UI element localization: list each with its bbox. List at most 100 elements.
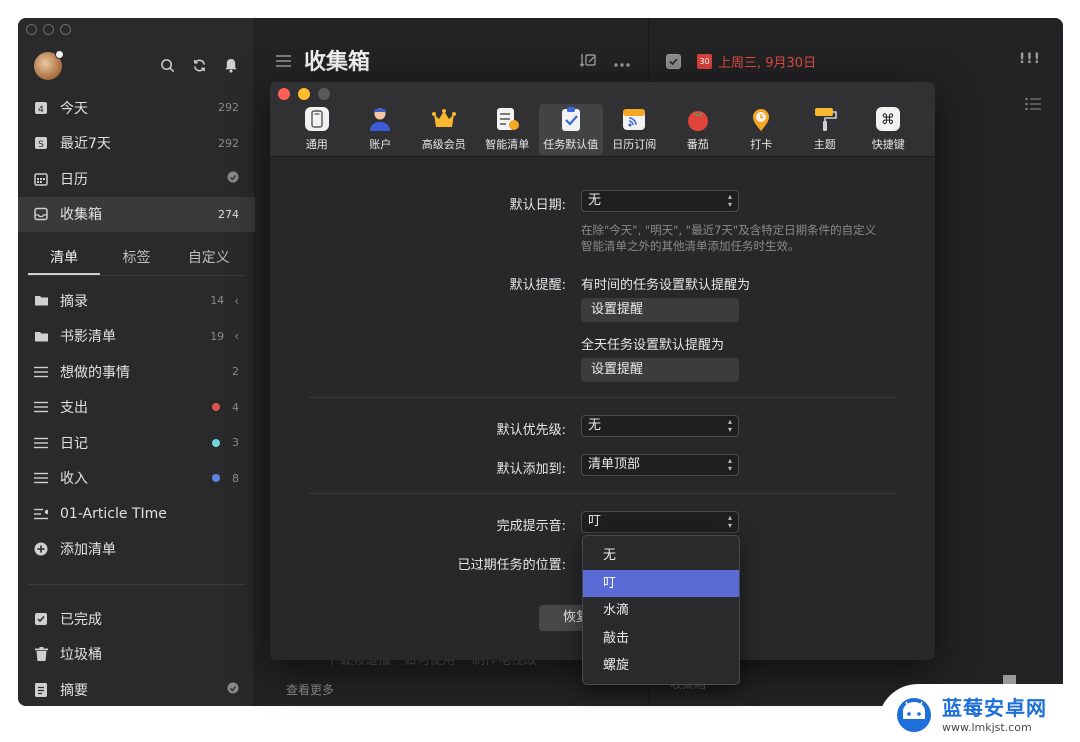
theme-icon: [812, 106, 838, 132]
chevron-left-icon[interactable]: ‹: [234, 329, 239, 343]
page-title: 收集箱: [304, 50, 371, 75]
tab-smart-lists[interactable]: 智能清单: [476, 104, 540, 155]
preferences-tabs: 通用 账户 高级会员 智能清单 任务默认值 日历订阅 番茄 打卡 主题 ⌘ 快捷…: [285, 104, 920, 155]
tab-shortcuts[interactable]: ⌘ 快捷键: [857, 104, 921, 155]
sidebar-item-summary[interactable]: 摘要: [18, 672, 255, 706]
sidebar-item-next-7-days[interactable]: S 最近7天 292: [18, 126, 255, 162]
section-divider: [309, 397, 897, 398]
tab-general[interactable]: 通用: [285, 104, 349, 155]
sidebar-item-excerpts[interactable]: 摘录 14 ‹: [18, 283, 255, 319]
sidebar-item-books-movies[interactable]: 书影清单 19 ‹: [18, 319, 255, 355]
nav-label: 垃圾桶: [60, 647, 102, 664]
close-button[interactable]: [26, 24, 37, 35]
smart-list-icon: [494, 106, 520, 132]
list-count: 8: [232, 471, 239, 485]
minimize-button[interactable]: [43, 24, 54, 35]
tab-task-defaults[interactable]: 任务默认值: [539, 104, 603, 155]
due-date-text: 上周三, 9月30日: [718, 56, 817, 71]
tab-account[interactable]: 账户: [349, 104, 413, 155]
sound-option-water-drop[interactable]: 水滴: [583, 597, 739, 625]
default-date-select[interactable]: 无 ▴ ▾: [581, 190, 739, 212]
completion-sound-label: 完成提示音:: [496, 519, 566, 534]
folder-icon: [34, 329, 48, 343]
nav-count: 274: [218, 207, 239, 221]
calendar-subscribe-icon: [621, 106, 647, 132]
list-color-dot: [212, 474, 220, 483]
tab-custom[interactable]: 自定义: [173, 244, 245, 275]
svg-text:⌘: ⌘: [881, 112, 895, 128]
sidebar-item-calendar[interactable]: 日历: [18, 161, 255, 197]
tab-label: 高级会员: [421, 138, 466, 151]
tab-lists[interactable]: 清单: [28, 244, 101, 275]
sidebar-item-inbox[interactable]: 收集箱 274: [18, 196, 255, 232]
more-icon[interactable]: [614, 52, 630, 71]
trash-icon: [34, 647, 48, 662]
tab-premium[interactable]: 高级会员: [412, 104, 476, 155]
due-date[interactable]: 30 上周三, 9月30日: [697, 52, 816, 71]
default-priority-value: 无: [588, 418, 602, 433]
minimize-button[interactable]: [298, 88, 310, 100]
pane-toolbar: [579, 52, 630, 71]
tomato-icon: [685, 106, 711, 132]
list-label: 想做的事情: [60, 364, 130, 381]
tab-theme[interactable]: 主题: [793, 104, 857, 155]
sound-option-spiral[interactable]: 螺旋: [583, 652, 739, 680]
sidebar-divider: [28, 584, 245, 585]
dialog-window-controls: [278, 88, 330, 100]
sync-icon[interactable]: [190, 56, 208, 74]
updown-chevron-icon: ▴ ▾: [727, 192, 732, 209]
zoom-button[interactable]: [60, 24, 71, 35]
sidebar-item-article-time[interactable]: 01-Article TIme: [18, 496, 255, 532]
updown-chevron-icon: ▴ ▾: [727, 456, 732, 473]
checklist-icon[interactable]: [1025, 96, 1041, 115]
sidebar-item-wishlist[interactable]: 想做的事情 2: [18, 354, 255, 390]
list-count: 4: [232, 400, 239, 414]
list-label: 摘录: [60, 293, 88, 310]
sound-option-none[interactable]: 无: [583, 542, 739, 570]
nav-label: 今天: [60, 100, 88, 117]
completion-sound-select[interactable]: 叮 ▴ ▾: [581, 511, 739, 533]
nav-count: 292: [218, 101, 239, 115]
set-allday-reminder-button[interactable]: 设置提醒: [581, 358, 739, 382]
sidebar-item-trash[interactable]: 垃圾桶: [18, 637, 255, 673]
sort-icon[interactable]: [579, 52, 596, 71]
sidebar-item-today[interactable]: 4 今天 292: [18, 90, 255, 126]
zoom-button[interactable]: [318, 88, 330, 100]
bell-icon[interactable]: [222, 56, 240, 74]
tab-pomodoro[interactable]: 番茄: [666, 104, 730, 155]
sidebar-item-diary[interactable]: 日记 3: [18, 425, 255, 461]
tab-tags[interactable]: 标签: [100, 244, 172, 275]
view-more-link[interactable]: 查看更多: [286, 681, 334, 698]
default-add-to-value: 清单顶部: [588, 457, 641, 472]
sound-dropdown-menu: 无 叮 水滴 敲击 螺旋: [582, 535, 740, 685]
sound-option-knock[interactable]: 敲击: [583, 625, 739, 653]
list-label: 日记: [60, 435, 88, 452]
task-checkbox[interactable]: [666, 54, 681, 69]
default-add-to-select[interactable]: 清单顶部 ▴ ▾: [581, 454, 739, 476]
set-timed-reminder-button[interactable]: 设置提醒: [581, 298, 739, 322]
tab-calendar-subscribe[interactable]: 日历订阅: [603, 104, 667, 155]
sidebar-item-completed[interactable]: 已完成: [18, 601, 255, 637]
avatar[interactable]: [34, 50, 64, 80]
tab-habit[interactable]: 打卡: [730, 104, 794, 155]
list-count: 19: [210, 329, 225, 343]
priority-flag[interactable]: !!!: [1019, 51, 1041, 67]
sound-option-ding[interactable]: 叮: [583, 569, 739, 597]
sidebar-segmented-control: 清单 标签 自定义: [28, 244, 245, 276]
search-icon[interactable]: [158, 56, 176, 74]
chevron-left-icon[interactable]: ‹: [234, 294, 239, 308]
add-list-button[interactable]: 添加清单: [18, 532, 255, 568]
nav-label: 收集箱: [60, 207, 102, 224]
list-count: 14: [210, 294, 225, 308]
calendar-icon: [34, 172, 48, 186]
completion-sound-value: 叮: [588, 514, 602, 529]
default-date-value: 无: [588, 193, 602, 208]
sidebar-item-expenses[interactable]: 支出 4: [18, 390, 255, 426]
list-label: 支出: [60, 400, 88, 417]
close-button[interactable]: [278, 88, 290, 100]
sidebar-item-income[interactable]: 收入 8: [18, 461, 255, 497]
menu-icon[interactable]: [276, 52, 291, 71]
user-lists: 摘录 14 ‹ 书影清单 19 ‹ 想做的事情 2 支出 4 日记 3 收入 8…: [18, 283, 255, 567]
tab-label: 打卡: [750, 138, 773, 151]
default-priority-select[interactable]: 无 ▴ ▾: [581, 415, 739, 437]
